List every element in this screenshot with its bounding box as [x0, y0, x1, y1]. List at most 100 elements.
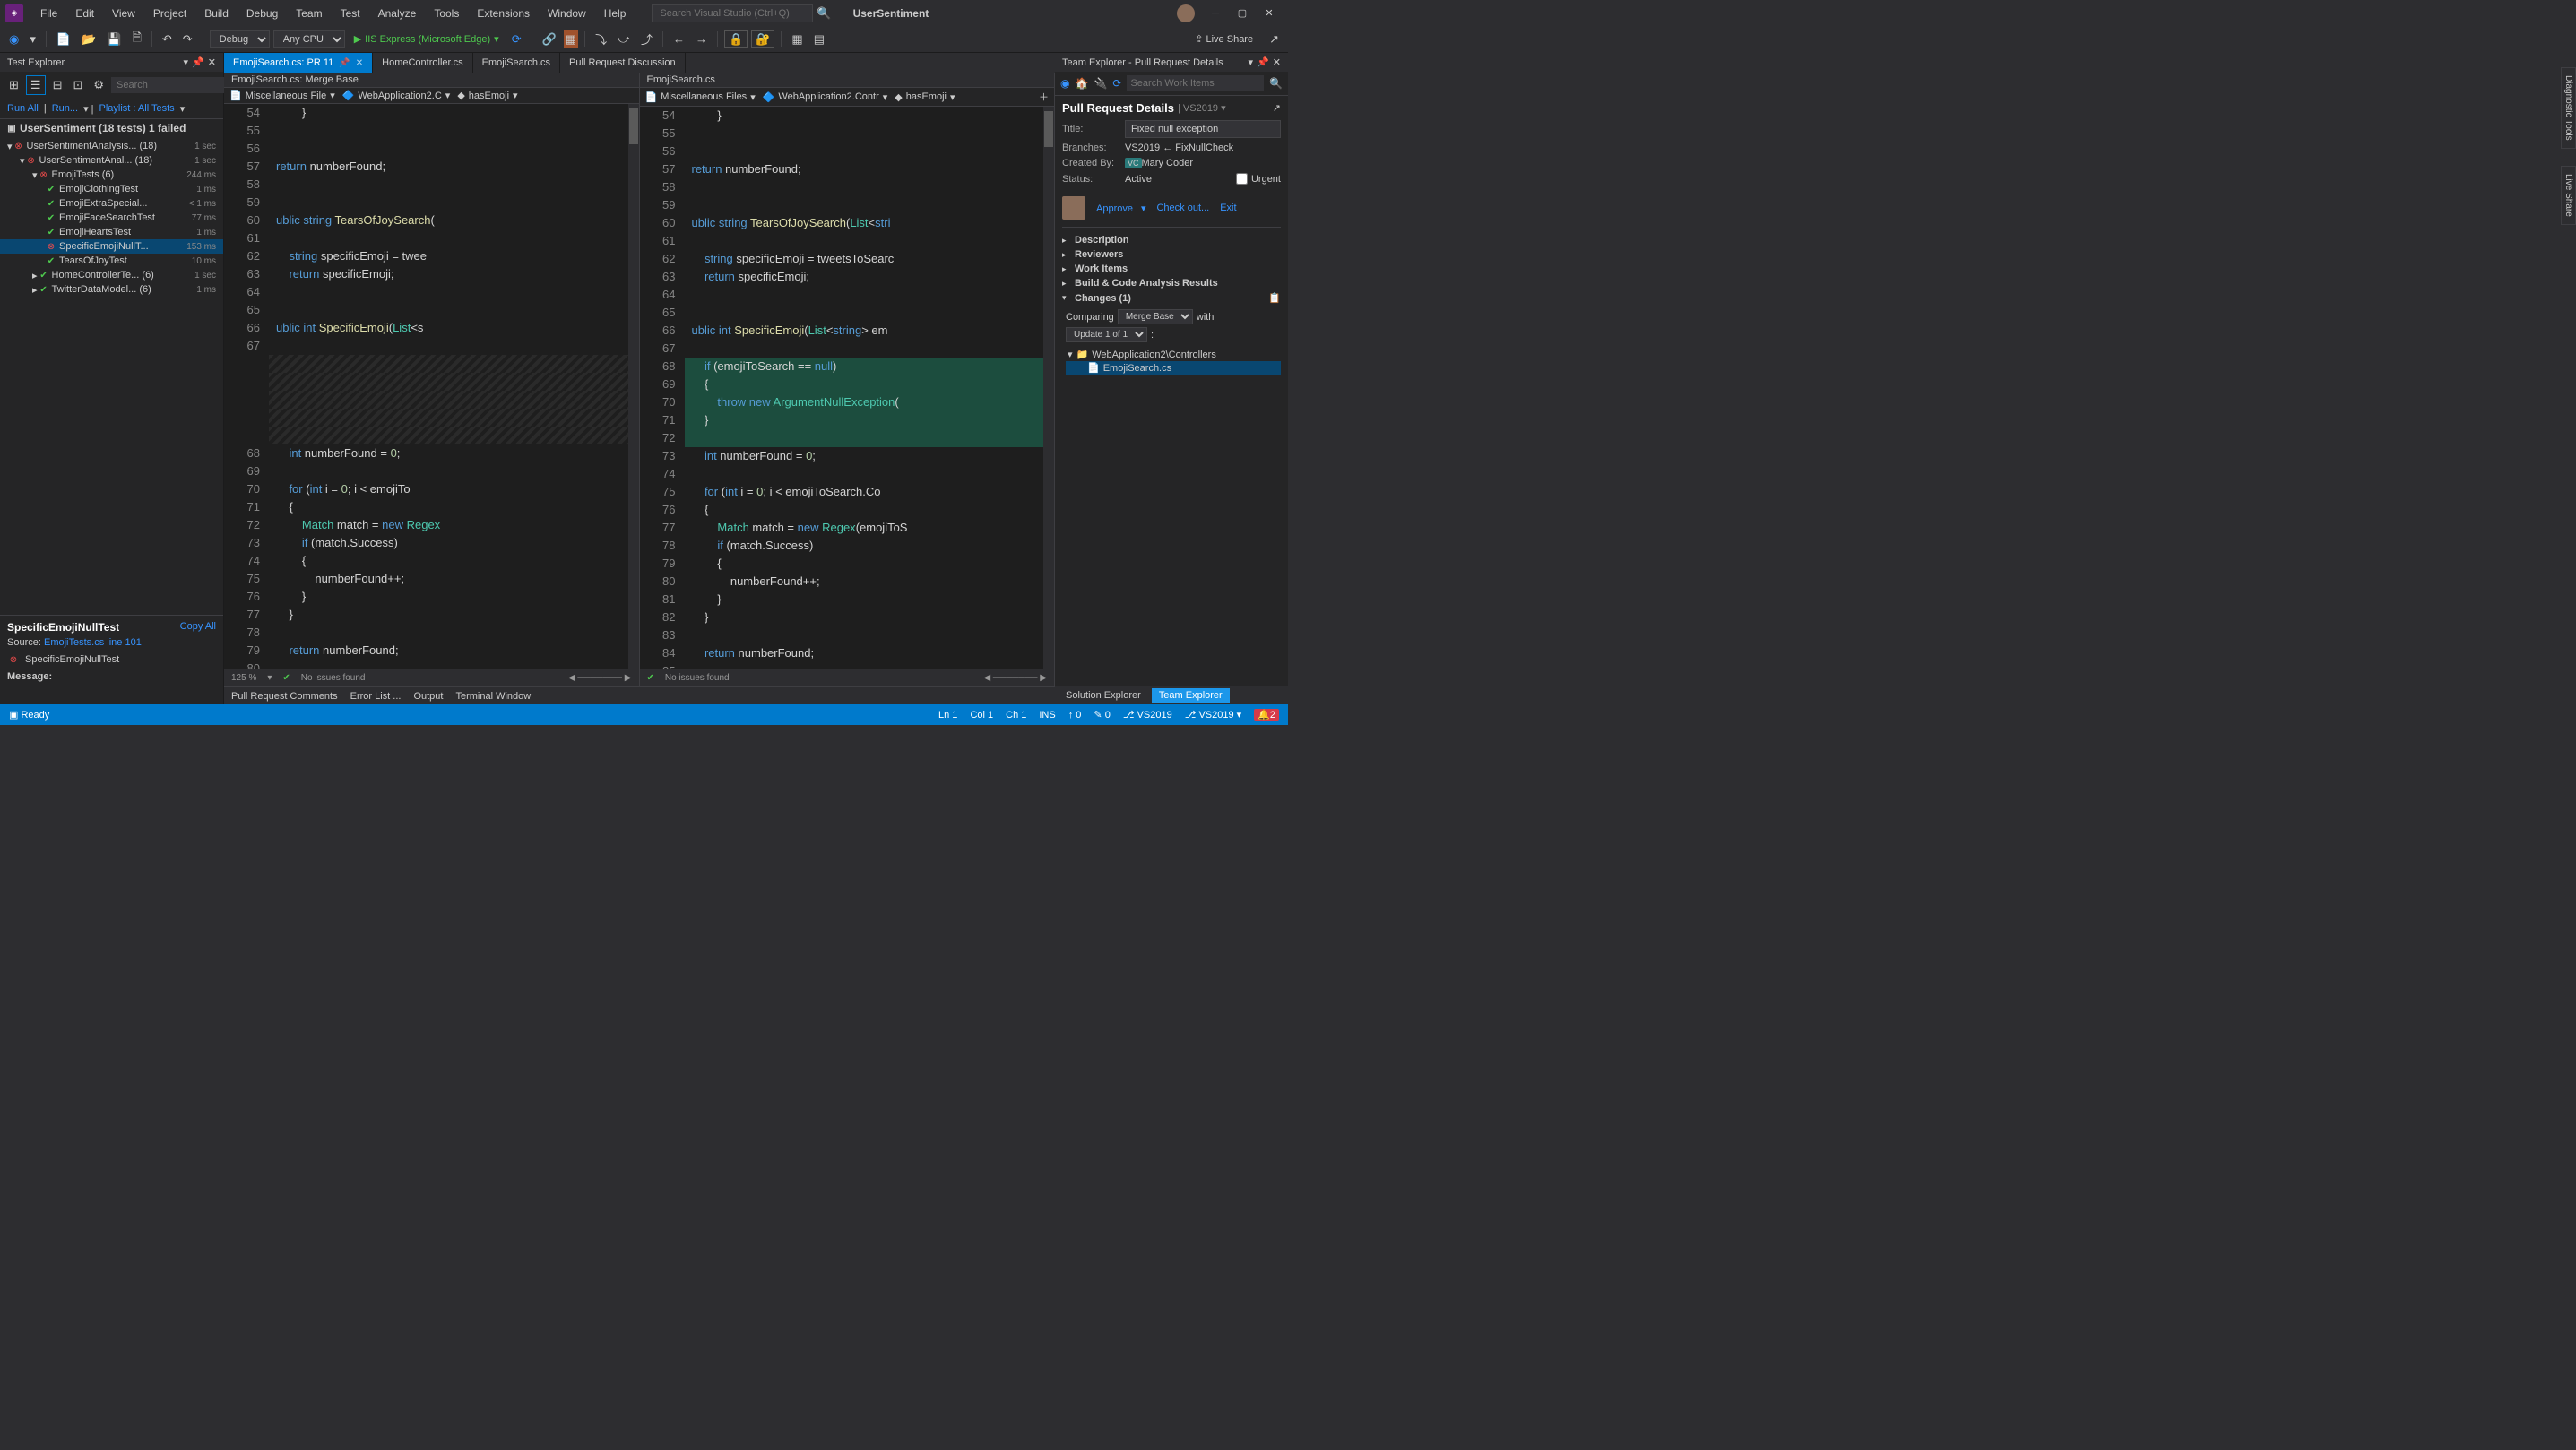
- crumb-namespace[interactable]: 🔷 WebApplication2.C ▾: [342, 90, 451, 101]
- folder-row[interactable]: ▾📁 WebApplication2\Controllers: [1066, 348, 1281, 361]
- toggle-icon[interactable]: ▦: [564, 30, 578, 48]
- test-row[interactable]: ▾ ⊗UserSentimentAnal... (18)1 sec: [0, 153, 223, 168]
- share-icon[interactable]: ↗: [1266, 30, 1283, 48]
- dropdown-icon[interactable]: ▾: [184, 56, 189, 68]
- team-explorer-tab[interactable]: Team Explorer: [1152, 688, 1230, 703]
- layout-icon[interactable]: ▤: [810, 30, 828, 48]
- menu-team[interactable]: Team: [288, 4, 330, 23]
- checkout-button[interactable]: Check out...: [1156, 203, 1209, 213]
- settings-icon[interactable]: ⚙: [90, 76, 108, 94]
- pin-icon[interactable]: 📌: [192, 56, 204, 68]
- group-icon[interactable]: ⊞: [5, 76, 22, 94]
- live-share-button[interactable]: ⇪ Live Share: [1189, 31, 1258, 47]
- pin-icon[interactable]: 📌: [339, 58, 350, 68]
- live-share-tab[interactable]: Live Share: [2561, 166, 2576, 225]
- menu-extensions[interactable]: Extensions: [469, 4, 538, 23]
- test-row[interactable]: ✔EmojiExtraSpecial...< 1 ms: [0, 196, 223, 211]
- crumb-project-r[interactable]: 📄 Miscellaneous Files ▾: [645, 90, 756, 104]
- menu-project[interactable]: Project: [145, 4, 194, 23]
- test-row[interactable]: ▾ ⊗UserSentimentAnalysis... (18)1 sec: [0, 139, 223, 153]
- browser-link-icon[interactable]: 🔗: [539, 30, 560, 48]
- test-row[interactable]: ▾ ⊗EmojiTests (6)244 ms: [0, 168, 223, 182]
- crumb-project[interactable]: 📄 Miscellaneous File ▾: [229, 90, 335, 101]
- crumb-namespace-r[interactable]: 🔷 WebApplication2.Contr ▾: [763, 90, 888, 104]
- filter-icon[interactable]: ⊡: [69, 76, 86, 94]
- notifications[interactable]: 🔔2: [1254, 709, 1279, 721]
- branch-indicator-2[interactable]: ⎇ VS2019 ▾: [1185, 709, 1241, 721]
- windows-icon[interactable]: ▦: [788, 30, 806, 48]
- changed-file-row[interactable]: 📄 EmojiSearch.cs: [1066, 361, 1281, 375]
- pr-section[interactable]: ▸Work Items: [1062, 262, 1281, 276]
- redo-icon[interactable]: ↷: [179, 30, 196, 48]
- te-close-icon[interactable]: ✕: [1273, 56, 1281, 68]
- run-all-link[interactable]: Run All: [7, 103, 39, 115]
- code-right[interactable]: 5455565758596061626364656667686970717273…: [640, 107, 1055, 669]
- code-left[interactable]: 5455565758596061626364656667686970717273…: [224, 104, 639, 669]
- editor-tab[interactable]: EmojiSearch.cs: PR 11 📌 ✕: [224, 53, 373, 73]
- playlist-link[interactable]: Playlist : All Tests: [99, 103, 175, 115]
- step-out-icon[interactable]: ⤴: [637, 29, 656, 49]
- run-link[interactable]: Run...: [52, 103, 78, 115]
- pr-title-input[interactable]: [1125, 120, 1281, 138]
- new-project-icon[interactable]: 📄: [53, 30, 74, 48]
- pr-section[interactable]: ▸Reviewers: [1062, 247, 1281, 262]
- refresh-icon[interactable]: ⟳: [508, 30, 525, 48]
- editor-tab[interactable]: EmojiSearch.cs: [473, 53, 560, 73]
- test-row[interactable]: ▸ ✔TwitterDataModel... (6)1 ms: [0, 282, 223, 297]
- output-tab[interactable]: Terminal Window: [455, 691, 531, 702]
- undo-icon[interactable]: ↶: [159, 30, 176, 48]
- menu-build[interactable]: Build: [196, 4, 237, 23]
- pr-section[interactable]: ▸Description: [1062, 233, 1281, 247]
- output-tab[interactable]: Error List ...: [350, 691, 402, 702]
- lock1-icon[interactable]: 🔒: [724, 30, 748, 48]
- config-select[interactable]: Debug: [210, 30, 270, 48]
- crumb-member-r[interactable]: ◆ hasEmoji ▾: [895, 90, 955, 104]
- close-button[interactable]: ✕: [1256, 4, 1283, 22]
- test-row[interactable]: ▸ ✔HomeControllerTe... (6)1 sec: [0, 268, 223, 282]
- list-icon[interactable]: ☰: [26, 75, 46, 95]
- editor-tab[interactable]: HomeController.cs: [373, 53, 472, 73]
- menu-analyze[interactable]: Analyze: [370, 4, 425, 23]
- crumb-member[interactable]: ◆ hasEmoji ▾: [457, 90, 517, 101]
- te-refresh-icon[interactable]: ⟳: [1112, 77, 1121, 90]
- test-row[interactable]: ✔EmojiFaceSearchTest77 ms: [0, 211, 223, 225]
- editor-tab[interactable]: Pull Request Discussion: [560, 53, 686, 73]
- scrollbar-left[interactable]: [628, 104, 639, 669]
- close-panel-icon[interactable]: ✕: [208, 56, 216, 68]
- minimize-button[interactable]: ─: [1202, 4, 1229, 22]
- sync-edit[interactable]: ✎ 0: [1094, 709, 1110, 721]
- scrollbar-right[interactable]: [1043, 107, 1054, 669]
- compare-base-select[interactable]: Merge Base: [1118, 309, 1193, 324]
- output-tab[interactable]: Pull Request Comments: [231, 691, 338, 702]
- changes-section[interactable]: ▾Changes (1)📋: [1062, 290, 1281, 306]
- prev-icon[interactable]: ←: [670, 30, 688, 47]
- te-plug-icon[interactable]: 🔌: [1094, 77, 1107, 90]
- te-dropdown-icon[interactable]: ▾: [1249, 56, 1254, 68]
- search-vs-input[interactable]: [652, 4, 813, 22]
- menu-file[interactable]: File: [32, 4, 65, 23]
- test-row[interactable]: ⊗SpecificEmojiNullT...153 ms: [0, 239, 223, 254]
- output-tab[interactable]: Output: [413, 691, 443, 702]
- add-tab-icon[interactable]: ＋: [1039, 90, 1049, 104]
- test-row[interactable]: ✔EmojiHeartsTest1 ms: [0, 225, 223, 239]
- copy-all-link[interactable]: Copy All: [180, 621, 216, 632]
- branch-indicator[interactable]: ⎇ VS2019: [1123, 709, 1172, 721]
- menu-view[interactable]: View: [104, 4, 143, 23]
- search-icon[interactable]: 🔍: [813, 4, 834, 22]
- source-link[interactable]: EmojiTests.cs line 101: [44, 637, 142, 648]
- fwd-nav-icon[interactable]: ▾: [26, 30, 39, 48]
- solution-explorer-tab[interactable]: Solution Explorer: [1059, 688, 1148, 703]
- close-tab-icon[interactable]: ✕: [356, 58, 363, 68]
- step-over-icon[interactable]: ⤻: [614, 30, 634, 48]
- te-pin-icon[interactable]: 📌: [1257, 56, 1269, 68]
- pr-section[interactable]: ▸Build & Code Analysis Results: [1062, 276, 1281, 290]
- menu-tools[interactable]: Tools: [426, 4, 467, 23]
- platform-select[interactable]: Any CPU: [273, 30, 345, 48]
- te-search-input[interactable]: [1127, 75, 1264, 91]
- menu-window[interactable]: Window: [540, 4, 594, 23]
- approve-button[interactable]: Approve | ▾: [1096, 203, 1145, 214]
- menu-edit[interactable]: Edit: [67, 4, 102, 23]
- te-home-icon[interactable]: 🏠: [1075, 77, 1088, 90]
- open-icon[interactable]: 📂: [78, 30, 99, 48]
- menu-test[interactable]: Test: [333, 4, 368, 23]
